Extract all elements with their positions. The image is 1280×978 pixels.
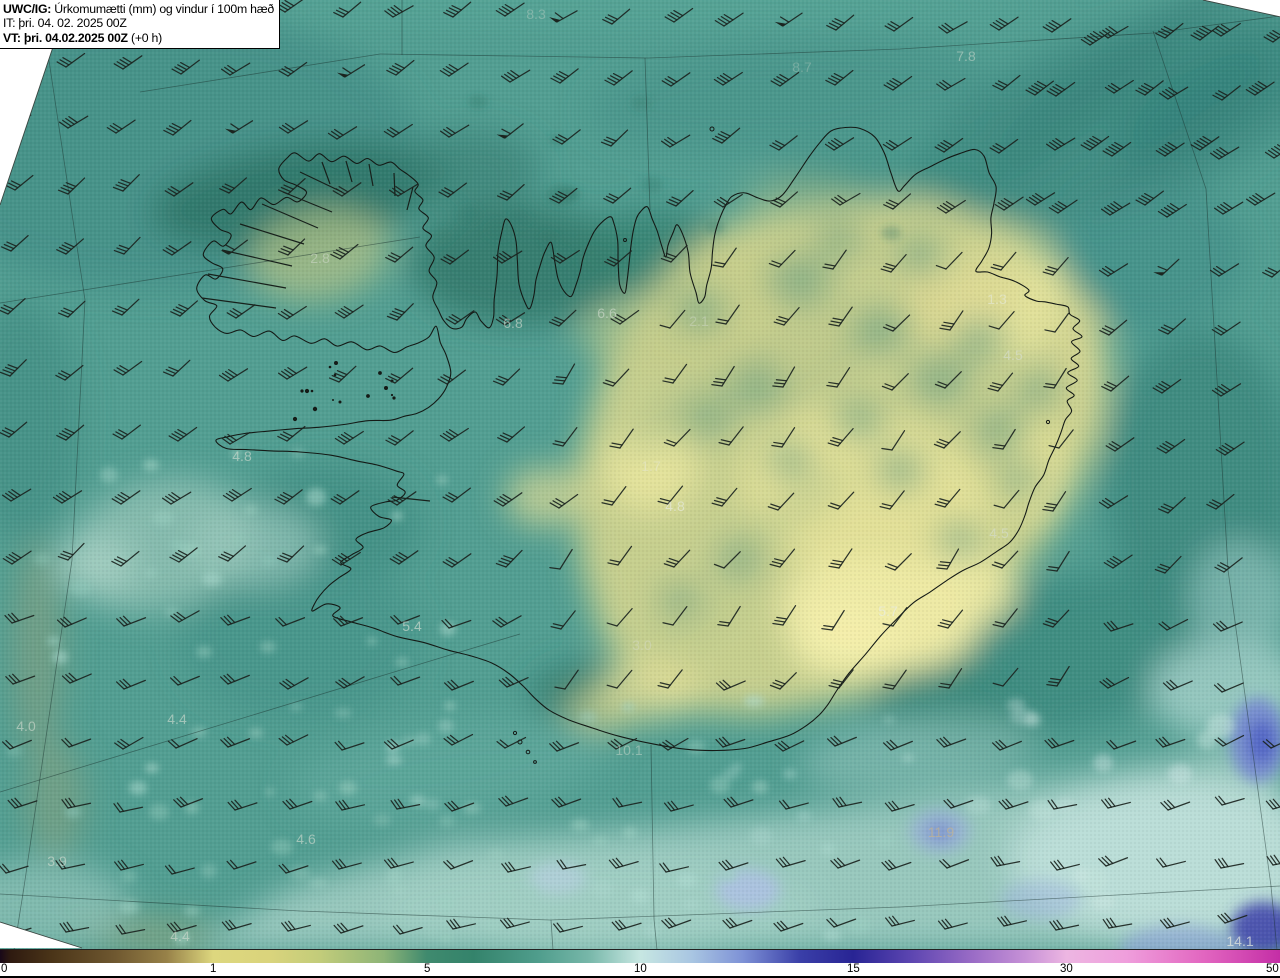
svg-text:4.5: 4.5 (989, 525, 1009, 541)
svg-text:4.5: 4.5 (1003, 347, 1023, 363)
svg-text:4.4: 4.4 (167, 711, 187, 727)
svg-text:3.9: 3.9 (47, 853, 67, 869)
svg-text:8.3: 8.3 (526, 6, 546, 22)
svg-text:6.6: 6.6 (597, 305, 617, 321)
svg-text:8.7: 8.7 (792, 59, 812, 75)
svg-text:14.1: 14.1 (1226, 933, 1253, 949)
svg-text:2.8: 2.8 (310, 250, 330, 266)
svg-text:5.4: 5.4 (402, 618, 422, 634)
svg-text:4.4: 4.4 (170, 928, 190, 944)
svg-text:4.8: 4.8 (232, 448, 252, 464)
svg-text:4.6: 4.6 (296, 831, 316, 847)
svg-text:6.8: 6.8 (503, 315, 523, 331)
svg-text:3.0: 3.0 (632, 637, 652, 653)
svg-text:11.9: 11.9 (928, 824, 954, 840)
svg-text:4.8: 4.8 (665, 498, 685, 514)
svg-text:7.8: 7.8 (956, 48, 976, 64)
svg-text:10.1: 10.1 (615, 742, 642, 758)
svg-text:1.7: 1.7 (641, 458, 661, 474)
svg-text:5.7: 5.7 (878, 603, 898, 619)
svg-text:2.1: 2.1 (689, 313, 709, 329)
svg-text:1.3: 1.3 (987, 291, 1007, 307)
svg-text:4.0: 4.0 (16, 718, 36, 734)
